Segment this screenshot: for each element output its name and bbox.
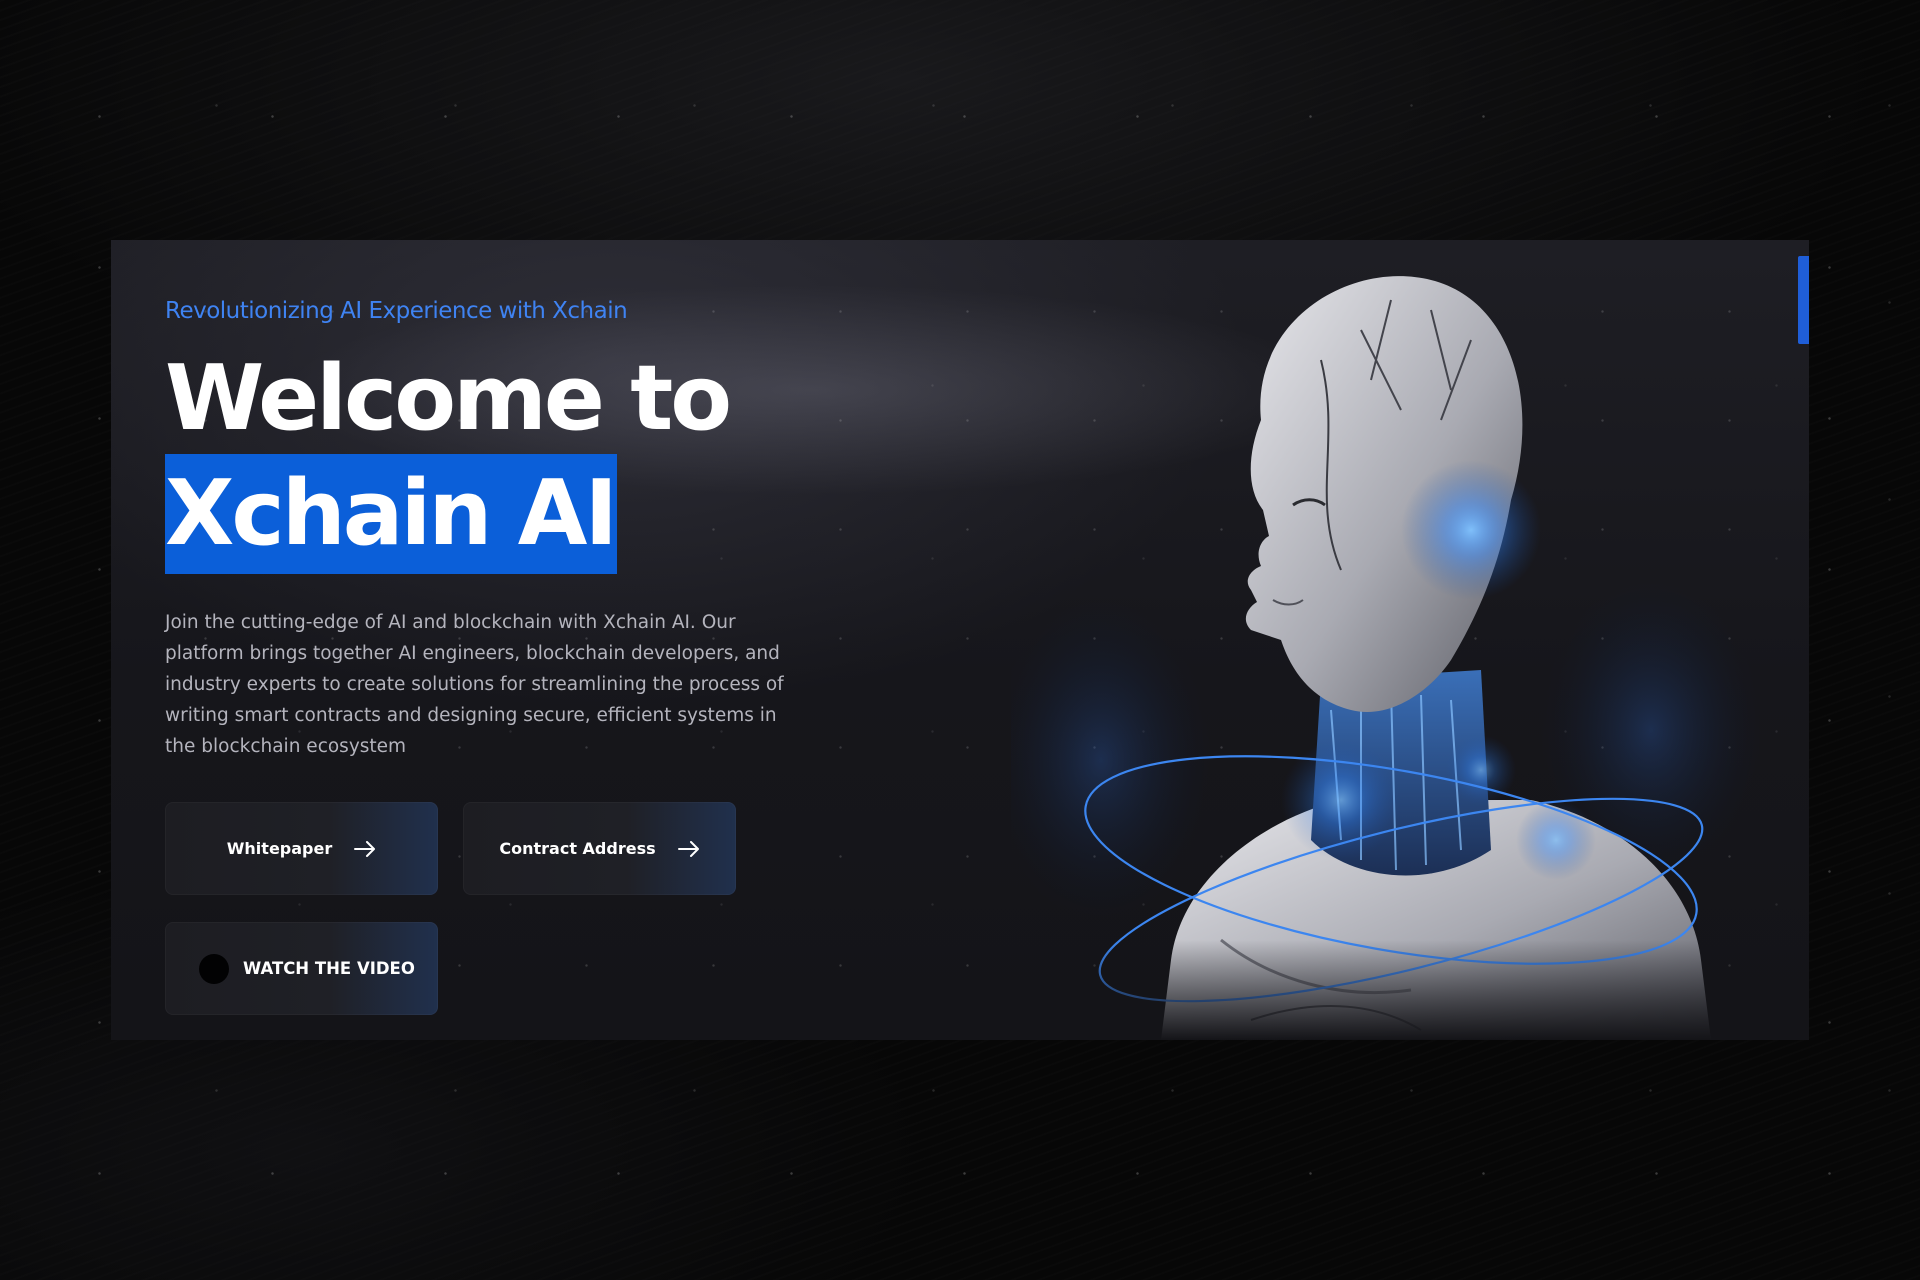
play-circle-icon [199,953,229,984]
arrow-right-icon [354,840,376,857]
headline-line-2-highlight: Xchain AI [165,454,618,574]
whitepaper-button-label: Whitepaper [226,839,333,858]
hero-headline: Welcome to Xchain AI [165,344,732,574]
hero-section: Revolutionizing AI Experience with Xchai… [111,240,1809,1040]
hero-description: Join the cutting-edge of AI and blockcha… [165,611,784,757]
hero-tagline: Revolutionizing AI Experience with Xchai… [165,298,628,324]
watch-video-button[interactable]: WATCH THE VIDEO [165,922,438,1015]
headline-line-1: Welcome to [165,346,732,451]
whitepaper-button[interactable]: Whitepaper [165,802,438,895]
contract-address-button[interactable]: Contract Address [463,802,736,895]
robot-hero-image [1011,276,1791,1040]
scrollbar-thumb[interactable] [1798,256,1809,344]
watch-video-button-label: WATCH THE VIDEO [243,959,415,978]
contract-address-button-label: Contract Address [499,839,656,858]
arrow-right-icon [677,840,700,857]
